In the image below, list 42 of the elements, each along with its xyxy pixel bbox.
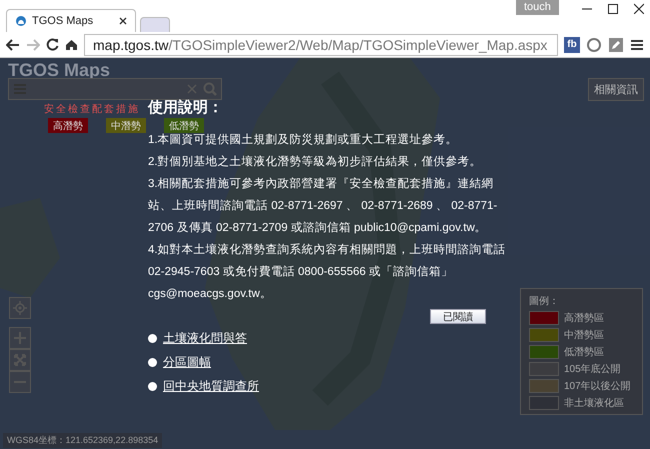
expand-icon: [14, 354, 26, 366]
dialog-link[interactable]: 回中央地質調查所: [163, 378, 259, 395]
dialog-link[interactable]: 分區圖幅: [163, 354, 211, 371]
legend-label: 高潛勢區: [564, 312, 604, 325]
read-button[interactable]: 已閱讀: [430, 309, 486, 324]
tab-title: TGOS Maps: [32, 15, 94, 27]
home-icon[interactable]: [65, 38, 78, 50]
level-button[interactable]: 高潛勢: [48, 118, 88, 133]
close-icon[interactable]: [634, 2, 644, 14]
banner-text: 安全檢查配套措施: [44, 102, 140, 116]
dialog-title: 使用說明：: [148, 98, 223, 117]
instruction-text: 4.如對本土壤液化潛勢查詢系統內容有相關問題，上班時間諮詢電話 02-2945-7603 或免付費電話 0800-655566 或「諮詢信箱」 cgs@moeacgs.gov.tw。: [148, 242, 507, 302]
legend-label: 低潛勢區: [564, 346, 604, 359]
browser-tab[interactable]: TGOS Maps: [6, 9, 136, 32]
menu-icon[interactable]: [630, 38, 644, 50]
legend-title: 圖例：: [529, 295, 560, 308]
legend-label: 非土壤液化區: [564, 396, 624, 410]
legend-label: 中潛勢區: [564, 328, 604, 342]
extension-button[interactable]: fb: [564, 36, 580, 52]
info-button[interactable]: 相關資訊: [588, 78, 644, 101]
legend-label: 105年底公開: [564, 362, 621, 376]
maximize-icon[interactable]: [608, 2, 618, 14]
instruction-text: 2.對個別基地之土壤液化潛勢等級為初步評估結果，僅供參考。: [148, 154, 483, 170]
close-icon[interactable]: [119, 17, 127, 25]
coordinates-text: WGS84坐標：121.652369,22.898354: [3, 433, 162, 448]
url-text: map.tgos.tw/TGOSimpleViewer2/Web/Map/TGOSimpleViewer_Map.aspx: [93, 36, 548, 52]
level-button[interactable]: 低潛勢: [164, 118, 204, 133]
reload-icon[interactable]: [46, 38, 59, 51]
plus-icon: [14, 332, 26, 344]
legend-label: 107年以後公開: [564, 380, 631, 393]
app-title: TGOS Maps: [8, 60, 110, 81]
level-button[interactable]: 中潛勢: [106, 118, 146, 133]
dialog-link[interactable]: 土壤液化問與答: [163, 330, 247, 347]
edit-icon[interactable]: [608, 36, 624, 52]
instruction-text: 3.相關配套措施可參考內政部營建署『安全檢查配套措施』連結網站、上班時間諮詢電話 02-8771-2697 、 02-8771-2689 、 02-8771-2706 及傳真 02-8771-2709 或諮詢信箱 public10@cpami.gov.tw。: [148, 176, 498, 236]
user-badge: touch: [516, 0, 559, 15]
address-bar[interactable]: map.tgos.tw/TGOSimpleViewer2/Web/Map/TGOSimpleViewer_Map.aspx: [84, 34, 558, 56]
globe-icon: [15, 15, 27, 27]
crosshair-icon: [13, 301, 27, 315]
back-arrow-icon[interactable]: [6, 38, 20, 50]
forward-arrow-icon[interactable]: [26, 38, 40, 50]
instruction-text: 1.本圖資可提供國土規劃及防災規劃或重大工程選址參考。: [148, 132, 459, 148]
